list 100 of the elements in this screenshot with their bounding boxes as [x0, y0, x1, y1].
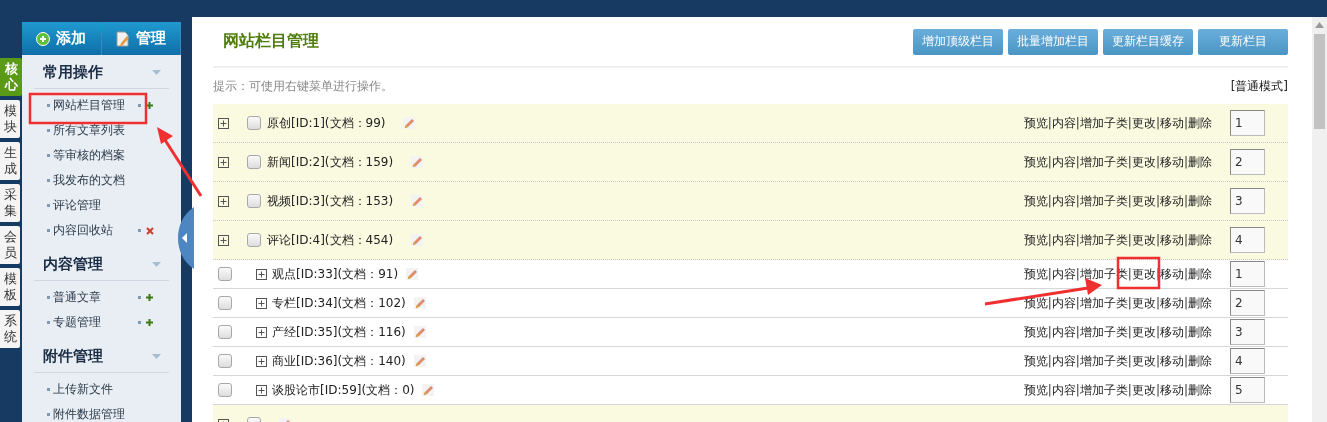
menu-item[interactable]: 所有文章列表 — [53, 122, 129, 139]
expand-icon[interactable] — [256, 326, 267, 338]
collapse-handle[interactable] — [178, 207, 194, 269]
order-field[interactable]: 3 — [1230, 188, 1265, 214]
action-link[interactable]: 内容 — [1051, 231, 1076, 249]
menu-item[interactable]: 网站栏目管理 — [53, 97, 129, 114]
action-link[interactable]: 内容 — [1051, 381, 1076, 399]
menu-item[interactable]: 等审核的档案 — [53, 147, 129, 164]
expand-icon[interactable] — [256, 355, 267, 367]
scroll-thumb[interactable] — [1314, 34, 1325, 129]
action-link[interactable]: 更改 — [1131, 265, 1156, 283]
action-link[interactable]: 预览 — [1023, 294, 1048, 312]
action-link[interactable]: 删除 — [1188, 352, 1212, 370]
edit-pencil-icon[interactable] — [413, 326, 426, 338]
action-link[interactable]: 更改 — [1131, 192, 1156, 210]
order-field[interactable]: 4 — [1230, 227, 1265, 253]
expand-icon[interactable] — [218, 156, 229, 168]
action-link[interactable]: 更改 — [1131, 294, 1156, 312]
action-link[interactable]: 删除 — [1188, 265, 1212, 283]
menu-item[interactable]: 评论管理 — [53, 197, 129, 214]
edit-pencil-icon[interactable] — [413, 355, 426, 367]
edit-pencil-icon[interactable] — [422, 384, 435, 396]
plus-icon[interactable] — [146, 319, 153, 326]
action-link[interactable]: 删除 — [1188, 153, 1212, 171]
action-link[interactable]: 删除 — [1188, 231, 1212, 249]
order-field[interactable]: 1 — [1230, 110, 1265, 136]
side-tab[interactable]: 采集 — [0, 184, 20, 222]
menu-item[interactable]: 专题管理 — [53, 314, 129, 331]
delete-icon[interactable] — [146, 226, 154, 235]
order-field[interactable]: 3 — [1230, 319, 1265, 345]
action-link[interactable]: 内容 — [1051, 192, 1076, 210]
action-link[interactable]: 预览 — [1023, 153, 1048, 171]
collapse-arrow-icon[interactable] — [152, 354, 161, 359]
scrollbar[interactable] — [1312, 17, 1327, 422]
order-field[interactable]: 2 — [1230, 149, 1265, 175]
mode-link[interactable]: [普通模式] — [1230, 77, 1288, 95]
scroll-up-icon[interactable] — [1315, 22, 1324, 28]
expand-icon[interactable] — [256, 268, 267, 280]
edit-pencil-icon[interactable] — [403, 117, 416, 129]
edit-pencil-icon[interactable] — [411, 234, 424, 246]
side-tab[interactable]: 模块 — [0, 100, 20, 138]
action-link[interactable]: 预览 — [1023, 114, 1048, 132]
side-tab[interactable]: 模板 — [0, 268, 20, 306]
menu-item[interactable]: 上传新文件 — [53, 381, 129, 398]
order-field[interactable]: 5 — [1230, 377, 1265, 403]
checkbox[interactable] — [218, 296, 232, 310]
manage-button[interactable]: 管理 — [101, 22, 181, 55]
checkbox[interactable] — [218, 267, 232, 281]
expand-icon[interactable] — [256, 384, 267, 396]
expand-icon[interactable] — [218, 117, 229, 129]
order-field[interactable]: 1 — [1230, 261, 1265, 287]
edit-pencil-icon[interactable] — [413, 297, 426, 309]
action-link[interactable]: 内容 — [1051, 352, 1076, 370]
expand-icon[interactable] — [256, 297, 267, 309]
side-tab[interactable]: 系统 — [0, 310, 20, 348]
action-link[interactable]: 预览 — [1023, 323, 1048, 341]
menu-item[interactable]: 普通文章 — [53, 289, 129, 306]
collapse-arrow-icon[interactable] — [152, 262, 161, 267]
menu-item[interactable]: 我发布的文档 — [53, 172, 129, 189]
side-tab[interactable]: 会员 — [0, 226, 20, 264]
action-link[interactable]: 预览 — [1023, 381, 1048, 399]
side-tab[interactable]: 生成 — [0, 142, 20, 180]
order-field[interactable]: 2 — [1230, 290, 1265, 316]
action-link[interactable]: 预览 — [1023, 192, 1048, 210]
action-link[interactable]: 内容 — [1051, 323, 1076, 341]
action-link[interactable]: 预览 — [1023, 352, 1048, 370]
action-link[interactable]: 删除 — [1188, 192, 1212, 210]
action-link[interactable]: 内容 — [1051, 265, 1076, 283]
checkbox[interactable] — [218, 383, 232, 397]
action-link[interactable]: 更改 — [1131, 323, 1156, 341]
edit-pencil-icon[interactable] — [411, 156, 424, 168]
edit-pencil-icon[interactable] — [406, 268, 419, 280]
edit-pencil-icon[interactable] — [411, 195, 424, 207]
checkbox[interactable] — [247, 116, 261, 130]
action-link[interactable]: 更改 — [1131, 231, 1156, 249]
add-button[interactable]: 添加 — [22, 22, 102, 55]
action-link[interactable]: 删除 — [1188, 114, 1212, 132]
action-link[interactable]: 删除 — [1188, 381, 1212, 399]
checkbox[interactable] — [218, 325, 232, 339]
action-link[interactable]: 删除 — [1188, 323, 1212, 341]
action-link[interactable]: 内容 — [1051, 153, 1076, 171]
checkbox[interactable] — [218, 354, 232, 368]
action-link[interactable]: 删除 — [1188, 294, 1212, 312]
action-link[interactable]: 预览 — [1023, 265, 1048, 283]
expand-icon[interactable] — [218, 234, 229, 246]
expand-icon[interactable] — [218, 195, 229, 207]
action-link[interactable]: 更改 — [1131, 381, 1156, 399]
checkbox[interactable] — [247, 155, 261, 169]
action-link[interactable]: 预览 — [1023, 231, 1048, 249]
checkbox[interactable] — [247, 194, 261, 208]
menu-item[interactable]: 附件数据管理 — [53, 406, 129, 422]
action-link[interactable]: 更改 — [1131, 114, 1156, 132]
plus-icon[interactable] — [146, 102, 153, 109]
checkbox[interactable] — [247, 233, 261, 247]
action-link[interactable]: 内容 — [1051, 294, 1076, 312]
plus-icon[interactable] — [146, 294, 153, 301]
menu-item[interactable]: 内容回收站 — [53, 222, 129, 239]
action-link[interactable]: 内容 — [1051, 114, 1076, 132]
action-link[interactable]: 更改 — [1131, 352, 1156, 370]
order-field[interactable]: 4 — [1230, 348, 1265, 374]
